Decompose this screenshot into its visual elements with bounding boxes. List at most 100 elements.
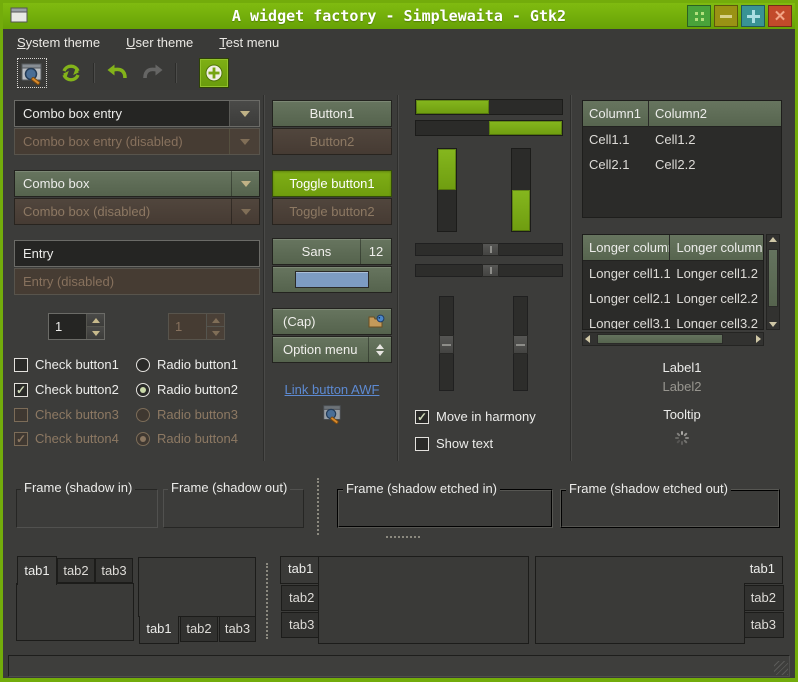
- arrow-down-icon: [212, 331, 220, 336]
- tab-left-2[interactable]: tab2: [281, 585, 319, 611]
- hscale-1[interactable]: [415, 243, 563, 256]
- font-size: 12: [361, 244, 391, 259]
- vertical-scrollbar-thumb[interactable]: [768, 249, 778, 307]
- menu-system-theme[interactable]: System theme: [17, 35, 100, 50]
- entry-disabled: Entry (disabled): [14, 268, 260, 295]
- column-header[interactable]: Longer column1: [583, 235, 670, 261]
- spin-down-button[interactable]: [87, 326, 104, 339]
- tab-left-1[interactable]: tab1: [280, 556, 318, 584]
- combo-box-entry-disabled: Combo box entry (disabled): [14, 128, 260, 155]
- radio-button-2[interactable]: Radio button2: [136, 381, 238, 398]
- check-button-4: ✓ Check button4: [14, 430, 119, 447]
- font-family: Sans: [273, 244, 360, 259]
- horizontal-scrollbar-thumb[interactable]: [597, 334, 723, 344]
- app-window: A widget factory - Simplewaita - Gtk2 ✕ …: [0, 0, 798, 682]
- check-button-2[interactable]: ✓ Check button2: [14, 381, 119, 398]
- minimize-button[interactable]: [714, 5, 738, 27]
- undo-icon[interactable]: [105, 61, 131, 85]
- maximize-button[interactable]: [741, 5, 765, 27]
- table-row[interactable]: Longer cell2.1 Longer cell2.2: [583, 286, 763, 311]
- combo-box-disabled: Combo box (disabled): [14, 198, 260, 225]
- radio-icon[interactable]: [136, 358, 150, 372]
- checkbox-icon[interactable]: [415, 437, 429, 451]
- hscale-1-handle[interactable]: [482, 243, 499, 256]
- notebook-left-body: [318, 556, 529, 644]
- vscale-1[interactable]: [439, 296, 454, 391]
- scroll-left-icon[interactable]: [585, 333, 590, 345]
- move-in-harmony-check[interactable]: ✓ Move in harmony: [415, 408, 536, 425]
- tab-bottom-2[interactable]: tab2: [180, 617, 218, 642]
- chevron-down-icon: [241, 209, 251, 215]
- titlebar[interactable]: A widget factory - Simplewaita - Gtk2 ✕: [3, 3, 795, 29]
- vscale-2[interactable]: [513, 296, 528, 391]
- menu-test-menu[interactable]: Test menu: [219, 35, 279, 50]
- combo-box-entry[interactable]: Combo box entry: [14, 100, 260, 127]
- combo-box-dropdown[interactable]: [232, 181, 259, 187]
- window-menu-button[interactable]: [687, 5, 711, 27]
- table-row[interactable]: Longer cell3.1 Longer cell3.2: [583, 311, 763, 330]
- arrow-up-icon: [212, 318, 220, 323]
- resize-grip[interactable]: [774, 661, 788, 675]
- column-header[interactable]: Longer column2: [670, 235, 763, 261]
- vscale-2-handle[interactable]: [513, 335, 528, 354]
- add-button[interactable]: [199, 58, 229, 88]
- toggle-button-1[interactable]: Toggle button1: [272, 170, 392, 197]
- link-button[interactable]: Link button AWF: [272, 382, 392, 397]
- refresh-icon[interactable]: [59, 61, 83, 85]
- option-menu-arrows-icon: [369, 344, 391, 356]
- horizontal-scrollbar[interactable]: [582, 332, 764, 346]
- hscale-2-handle[interactable]: [482, 264, 499, 277]
- checkbox-icon[interactable]: ✓: [14, 383, 28, 397]
- tab-bottom-3[interactable]: tab3: [219, 617, 256, 642]
- tab-left-3[interactable]: tab3: [281, 612, 319, 638]
- check-button-1[interactable]: Check button1: [14, 356, 119, 373]
- tab-top-1[interactable]: tab1: [17, 556, 57, 585]
- button1[interactable]: Button1: [272, 100, 392, 127]
- tab-bottom-1[interactable]: tab1: [139, 616, 179, 644]
- checkbox-icon[interactable]: ✓: [415, 410, 429, 424]
- checkbox-icon[interactable]: [14, 358, 28, 372]
- table-row[interactable]: Longer cell1.1 Longer cell1.2: [583, 261, 763, 286]
- menubar: System theme User theme Test menu: [3, 29, 795, 56]
- frame-shadow-etched-in: Frame (shadow etched in): [337, 489, 553, 528]
- scroll-right-icon[interactable]: [756, 333, 761, 345]
- combo-box-entry-dropdown[interactable]: [229, 101, 259, 126]
- scroll-up-icon[interactable]: [767, 237, 779, 242]
- radio-icon[interactable]: [136, 383, 150, 397]
- entry[interactable]: Entry: [14, 240, 260, 267]
- table-row[interactable]: Cell1.1 Cell1.2: [583, 127, 781, 152]
- color-button[interactable]: [272, 266, 392, 293]
- column-header[interactable]: Column1: [583, 101, 649, 127]
- cap-file-button[interactable]: (Cap): [272, 308, 392, 335]
- redo-icon[interactable]: [139, 61, 165, 85]
- spin-up-button[interactable]: [87, 314, 104, 326]
- option-menu[interactable]: Option menu: [272, 336, 392, 363]
- font-button[interactable]: Sans 12: [272, 238, 392, 265]
- close-button[interactable]: ✕: [768, 5, 792, 27]
- tab-right-2[interactable]: tab2: [745, 585, 784, 611]
- tab-top-2[interactable]: tab2: [57, 558, 95, 583]
- tab-right-1[interactable]: tab1: [744, 556, 783, 584]
- radio-button-1[interactable]: Radio button1: [136, 356, 238, 373]
- menu-user-theme[interactable]: User theme: [126, 35, 193, 50]
- spin-button-disabled: 1: [168, 313, 225, 340]
- combo-box-entry-value[interactable]: Combo box entry: [15, 101, 229, 126]
- screenshot-tool-button[interactable]: [17, 58, 47, 88]
- hscale-2[interactable]: [415, 264, 563, 277]
- spin-button[interactable]: 1: [48, 313, 105, 340]
- table-row[interactable]: Cell2.1 Cell2.2: [583, 152, 781, 177]
- toggle-button-2-disabled: Toggle button2: [272, 198, 392, 225]
- vscale-1-handle[interactable]: [439, 335, 454, 354]
- tab-top-3[interactable]: tab3: [95, 558, 133, 583]
- chevron-down-icon: [240, 139, 250, 145]
- show-text-check[interactable]: Show text: [415, 435, 493, 452]
- scroll-down-icon[interactable]: [767, 322, 779, 327]
- combo-box[interactable]: Combo box: [14, 170, 260, 197]
- tab-right-3[interactable]: tab3: [745, 612, 784, 638]
- column-header[interactable]: Column2: [649, 101, 781, 127]
- entry-value[interactable]: Entry: [15, 241, 259, 266]
- chevron-down-icon: [241, 181, 251, 187]
- radio-icon: [136, 432, 150, 446]
- frame-shadow-in: Frame (shadow in): [16, 489, 158, 528]
- vertical-scrollbar[interactable]: [766, 234, 780, 330]
